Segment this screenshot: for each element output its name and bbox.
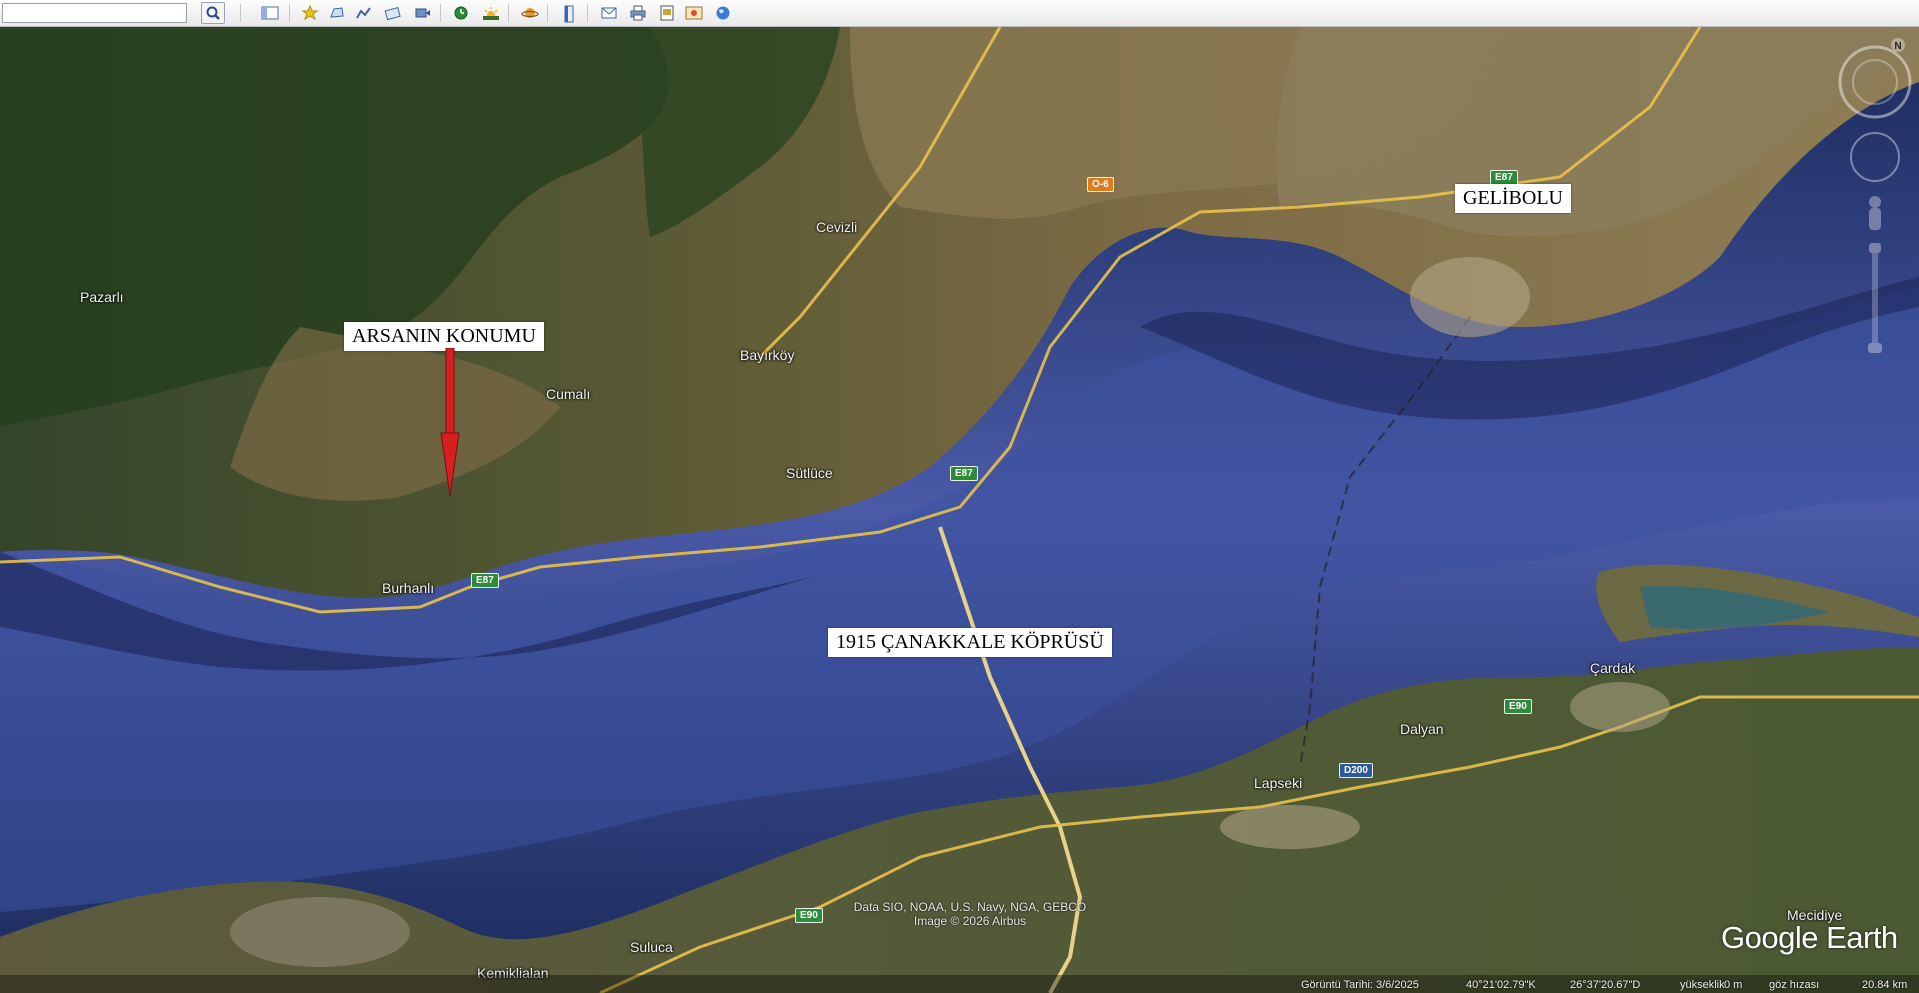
image-overlay-icon [384, 6, 401, 21]
earth-icon [716, 6, 730, 20]
attribution-line: Image © 2026 Airbus [913, 914, 1027, 928]
attribution-line: Data SIO, NOAA, U.S. Navy, NGA, GEBCO [853, 900, 1087, 914]
map-view[interactable]: Cevizli Pazarlı Bayırköy Cumalı Sütlüce … [0, 27, 1919, 993]
sunlight-icon [483, 7, 499, 20]
svg-text:N: N [1894, 41, 1901, 52]
ruler-icon [564, 5, 574, 23]
email-icon [601, 7, 617, 19]
planets-button[interactable] [517, 2, 541, 24]
add-polygon-button[interactable] [324, 2, 348, 24]
place-label: Lapseki [1254, 775, 1303, 791]
place-label: Çardak [1590, 660, 1636, 676]
sidebar-button[interactable] [257, 2, 281, 24]
road-shield: E87 [1490, 170, 1518, 185]
search-input[interactable] [2, 3, 187, 23]
placemark-icon [301, 5, 319, 21]
toolbar-separator [587, 4, 588, 22]
eye-altitude-label: göz hızası [1769, 979, 1820, 991]
navigation-controls[interactable] [1835, 37, 1915, 387]
toolbar-separator [547, 4, 548, 22]
save-image-button[interactable] [654, 2, 678, 24]
earth-button[interactable] [710, 2, 734, 24]
place-label: Cumalı [546, 386, 591, 402]
ruler-button[interactable] [556, 2, 580, 24]
longitude-readout: 26°37'20.67"D [1570, 979, 1641, 991]
historical-imagery-button[interactable] [448, 2, 472, 24]
place-label: Pazarlı [80, 289, 124, 305]
add-placemark-button[interactable] [297, 2, 321, 24]
path-icon [356, 7, 371, 19]
road-shield: O-6 [1087, 177, 1114, 192]
add-image-overlay-button[interactable] [380, 2, 404, 24]
toolbar [0, 0, 1919, 27]
save-image-icon [660, 5, 674, 21]
imagery-date: Görüntü Tarihi: 3/6/2025 [1301, 979, 1419, 991]
place-label: Cevizli [816, 219, 858, 235]
toolbar-separator [240, 4, 241, 22]
toolbar-separator [289, 4, 290, 22]
elevation-value: 0 m [1724, 979, 1743, 991]
search-button[interactable] [201, 2, 225, 24]
place-label: Suluca [630, 939, 673, 955]
location-arrow [440, 348, 460, 497]
toolbar-separator [440, 4, 441, 22]
email-button[interactable] [596, 2, 620, 24]
place-label: Bayırköy [740, 347, 795, 363]
planets-icon [521, 8, 539, 18]
imagery-attribution: Data SIO, NOAA, U.S. Navy, NGA, GEBCO Im… [820, 900, 1120, 928]
road-shield: E90 [795, 908, 823, 923]
place-label: Sütlüce [786, 465, 833, 481]
google-earth-logo: Google Earth [1721, 920, 1898, 955]
place-label: Burhanlı [382, 580, 435, 596]
historical-imagery-icon [454, 6, 468, 20]
road-shield: E87 [950, 466, 978, 481]
view-in-maps-button[interactable] [681, 2, 705, 24]
elevation-label: yükseklik [1680, 979, 1725, 991]
road-shield: E87 [471, 573, 499, 588]
record-tour-icon [415, 8, 430, 18]
toolbar-separator [508, 4, 509, 22]
sidebar-icon [261, 6, 279, 20]
add-path-button[interactable] [351, 2, 375, 24]
print-button[interactable] [625, 2, 649, 24]
satellite-imagery [0, 27, 1919, 993]
view-in-maps-icon [685, 6, 703, 20]
callout-bridge: 1915 ÇANAKKALE KÖPRÜSÜ [828, 628, 1112, 657]
search-icon [206, 6, 220, 20]
polygon-icon [330, 7, 344, 18]
callout-arsa: ARSANIN KONUMU [344, 322, 544, 351]
eye-altitude-value: 20.84 km [1862, 979, 1908, 991]
latitude-readout: 40°21'02.79"K [1466, 979, 1536, 991]
sunlight-button[interactable] [478, 2, 502, 24]
road-shield: D200 [1339, 763, 1373, 778]
place-label: Dalyan [1400, 721, 1444, 737]
north-up-icon[interactable]: N [1890, 37, 1906, 53]
print-icon [630, 5, 646, 21]
record-tour-button[interactable] [410, 2, 434, 24]
callout-gelibolu: GELİBOLU [1455, 184, 1571, 213]
road-shield: E90 [1504, 699, 1532, 714]
